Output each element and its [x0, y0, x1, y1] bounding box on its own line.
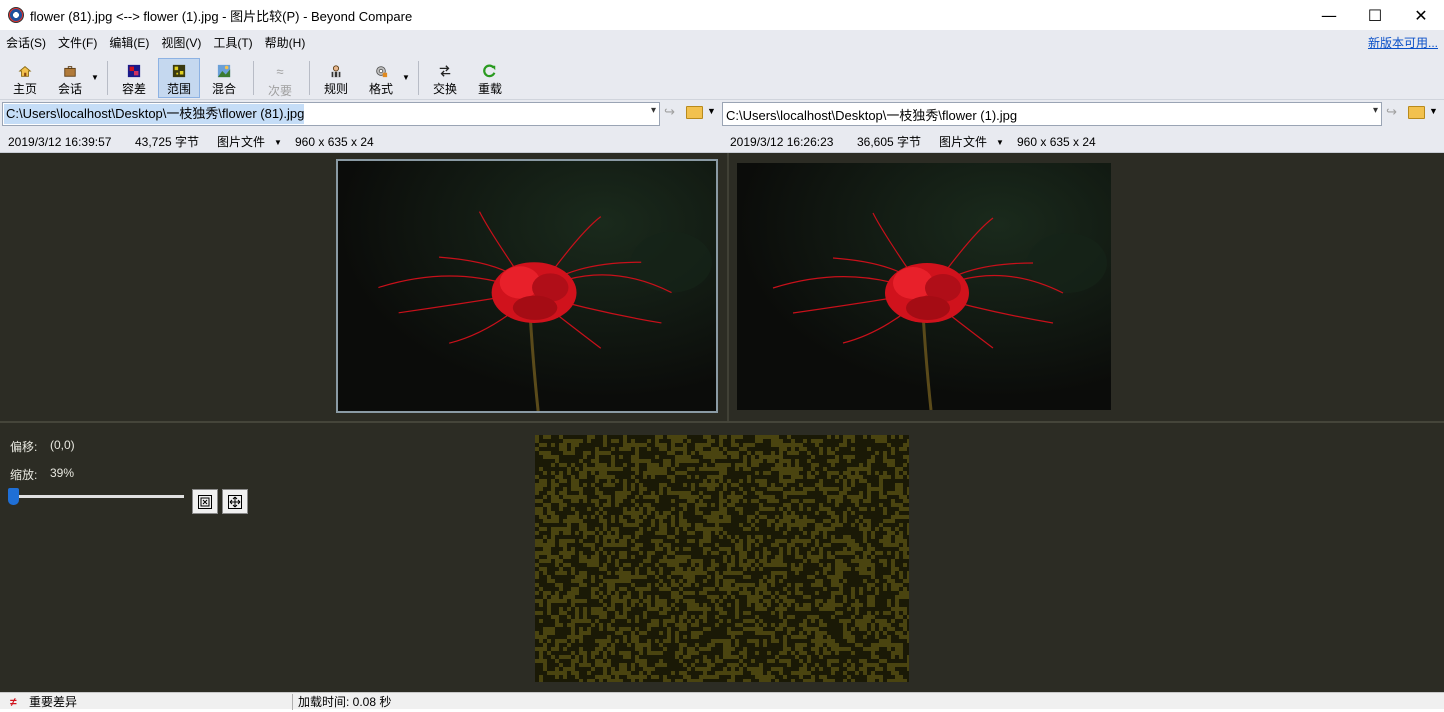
left-image[interactable]	[336, 159, 718, 413]
zoom-label: 缩放:	[10, 468, 38, 482]
zoom-slider-track[interactable]	[10, 495, 184, 498]
flower-photo-left	[338, 161, 716, 411]
diff-status-label: 重要差异	[29, 695, 78, 709]
right-image[interactable]	[737, 163, 1111, 410]
session-label: 会话	[57, 81, 82, 96]
not-equal-icon: ≠	[10, 695, 17, 709]
right-dimensions: 960 x 635 x 24	[1017, 135, 1096, 149]
toolbar-separator	[309, 60, 310, 95]
blend-label: 混合	[211, 81, 236, 96]
right-type-dropdown-arrow[interactable]: ▼	[996, 128, 1004, 153]
toolbar-separator	[418, 60, 419, 95]
format-dropdown-arrow[interactable]: ▼	[401, 58, 411, 98]
reload-icon	[483, 64, 496, 77]
approx-equal-icon: ≈	[276, 63, 284, 79]
minor-label: 次要	[267, 83, 292, 98]
zoom-fit-button[interactable]	[222, 489, 248, 514]
home-label: 主页	[12, 81, 37, 96]
open-folder-icon[interactable]	[686, 106, 703, 119]
toolbar-separator	[107, 60, 108, 95]
briefcase-icon	[64, 65, 76, 77]
left-path-field[interactable]: C:\Users\localhost\Desktop\一枝独秀\flower (…	[2, 102, 660, 126]
blend-icon	[217, 64, 231, 77]
image-compare-pane	[0, 153, 1444, 421]
left-path-text: C:\Users\localhost\Desktop\一枝独秀\flower (…	[4, 104, 305, 124]
close-button[interactable]: ✕	[1398, 0, 1444, 30]
range-label: 范围	[166, 81, 191, 96]
format-label: 格式	[368, 81, 393, 96]
new-version-link[interactable]: 新版本可用...	[1368, 30, 1438, 56]
chevron-down-icon[interactable]: ▾	[1373, 105, 1378, 116]
tolerance-label: 容差	[121, 81, 146, 96]
difference-noise-map	[535, 435, 909, 682]
rules-button[interactable]: 规则	[315, 58, 357, 98]
home-icon	[18, 65, 32, 77]
format-button[interactable]: 格式	[360, 58, 402, 98]
range-button[interactable]: 范围	[158, 57, 200, 98]
rules-label: 规则	[323, 81, 348, 96]
fit-to-window-icon	[228, 494, 242, 509]
left-file-size: 43,725 字节	[135, 135, 200, 149]
right-path-text: C:\Users\localhost\Desktop\一枝独秀\flower (…	[726, 107, 1018, 123]
right-file-size: 36,605 字节	[857, 135, 922, 149]
right-file-type[interactable]: 图片文件	[939, 128, 987, 153]
home-button[interactable]: 主页	[4, 58, 46, 98]
status-separator	[292, 694, 293, 710]
right-path-field[interactable]: C:\Users\localhost\Desktop\一枝独秀\flower (…	[722, 102, 1382, 126]
reload-button[interactable]: 重载	[469, 58, 511, 98]
zoom-actual-size-button[interactable]	[192, 489, 218, 514]
beyond-compare-app-icon	[8, 7, 24, 23]
menu-help[interactable]: 帮助(H)	[259, 30, 312, 56]
toolbar-separator	[253, 60, 254, 95]
flower-photo-right	[737, 163, 1111, 410]
actual-size-icon	[198, 494, 212, 509]
left-type-dropdown-arrow[interactable]: ▼	[274, 128, 282, 153]
tolerance-button[interactable]: 容差	[113, 58, 155, 98]
browse-arrow-icon[interactable]: ↪	[664, 104, 675, 120]
maximize-button[interactable]: ☐	[1352, 0, 1398, 30]
chevron-down-icon[interactable]: ▾	[651, 105, 656, 116]
menu-session[interactable]: 会话(S)	[0, 30, 52, 56]
reload-label: 重载	[477, 81, 502, 96]
path-row: C:\Users\localhost\Desktop\一枝独秀\flower (…	[0, 100, 1444, 128]
right-timestamp: 2019/3/12 16:26:23	[730, 135, 834, 149]
pane-divider[interactable]	[727, 153, 729, 421]
session-button[interactable]: 会话	[49, 58, 91, 98]
swap-arrows-icon	[439, 64, 451, 77]
zoom-value: 39%	[50, 466, 75, 480]
minor-button[interactable]: ≈ 次要	[259, 58, 301, 98]
session-dropdown-arrow[interactable]: ▼	[90, 58, 100, 98]
menu-bar: 会话(S) 文件(F) 编辑(E) 视图(V) 工具(T) 帮助(H) 新版本可…	[0, 30, 1444, 56]
left-timestamp: 2019/3/12 16:39:57	[8, 135, 112, 149]
menu-view[interactable]: 视图(V)	[155, 30, 207, 56]
blend-button[interactable]: 混合	[203, 58, 245, 98]
browse-arrow-icon[interactable]: ↪	[1386, 104, 1397, 120]
menu-tools[interactable]: 工具(T)	[207, 30, 258, 56]
menu-file[interactable]: 文件(F)	[52, 30, 103, 56]
swap-button[interactable]: 交换	[424, 58, 466, 98]
window-title: flower (81).jpg <--> flower (1).jpg - 图片…	[30, 8, 413, 24]
range-icon	[172, 64, 186, 77]
offset-value: (0,0)	[50, 438, 75, 452]
left-file-type[interactable]: 图片文件	[217, 128, 265, 153]
zoom-slider-thumb[interactable]	[8, 488, 19, 505]
folder-dropdown-arrow[interactable]: ▼	[1429, 106, 1438, 116]
load-time-label: 加载时间: 0.08 秒	[298, 695, 392, 709]
offset-label: 偏移:	[10, 440, 38, 454]
menu-edit[interactable]: 编辑(E)	[103, 30, 155, 56]
file-info-row: 2019/3/12 16:39:57 43,725 字节 图片文件 ▼ 960 …	[0, 128, 1444, 153]
toolbar: 主页 会话 ▼ 容差 范围 混合 ≈ 次要 规则 格式 ▼ 交换 重载	[0, 56, 1444, 100]
difference-image[interactable]	[535, 435, 909, 682]
minimize-button[interactable]: —	[1306, 0, 1352, 30]
left-dimensions: 960 x 635 x 24	[295, 135, 374, 149]
referee-icon	[331, 64, 341, 77]
tolerance-icon	[127, 64, 141, 77]
swap-label: 交换	[432, 81, 457, 96]
open-folder-icon[interactable]	[1408, 106, 1425, 119]
format-gear-icon	[376, 65, 388, 77]
status-bar: ≠ 重要差异 加载时间: 0.08 秒	[0, 692, 1444, 710]
folder-dropdown-arrow[interactable]: ▼	[707, 106, 716, 116]
title-bar: flower (81).jpg <--> flower (1).jpg - 图片…	[0, 0, 1444, 30]
